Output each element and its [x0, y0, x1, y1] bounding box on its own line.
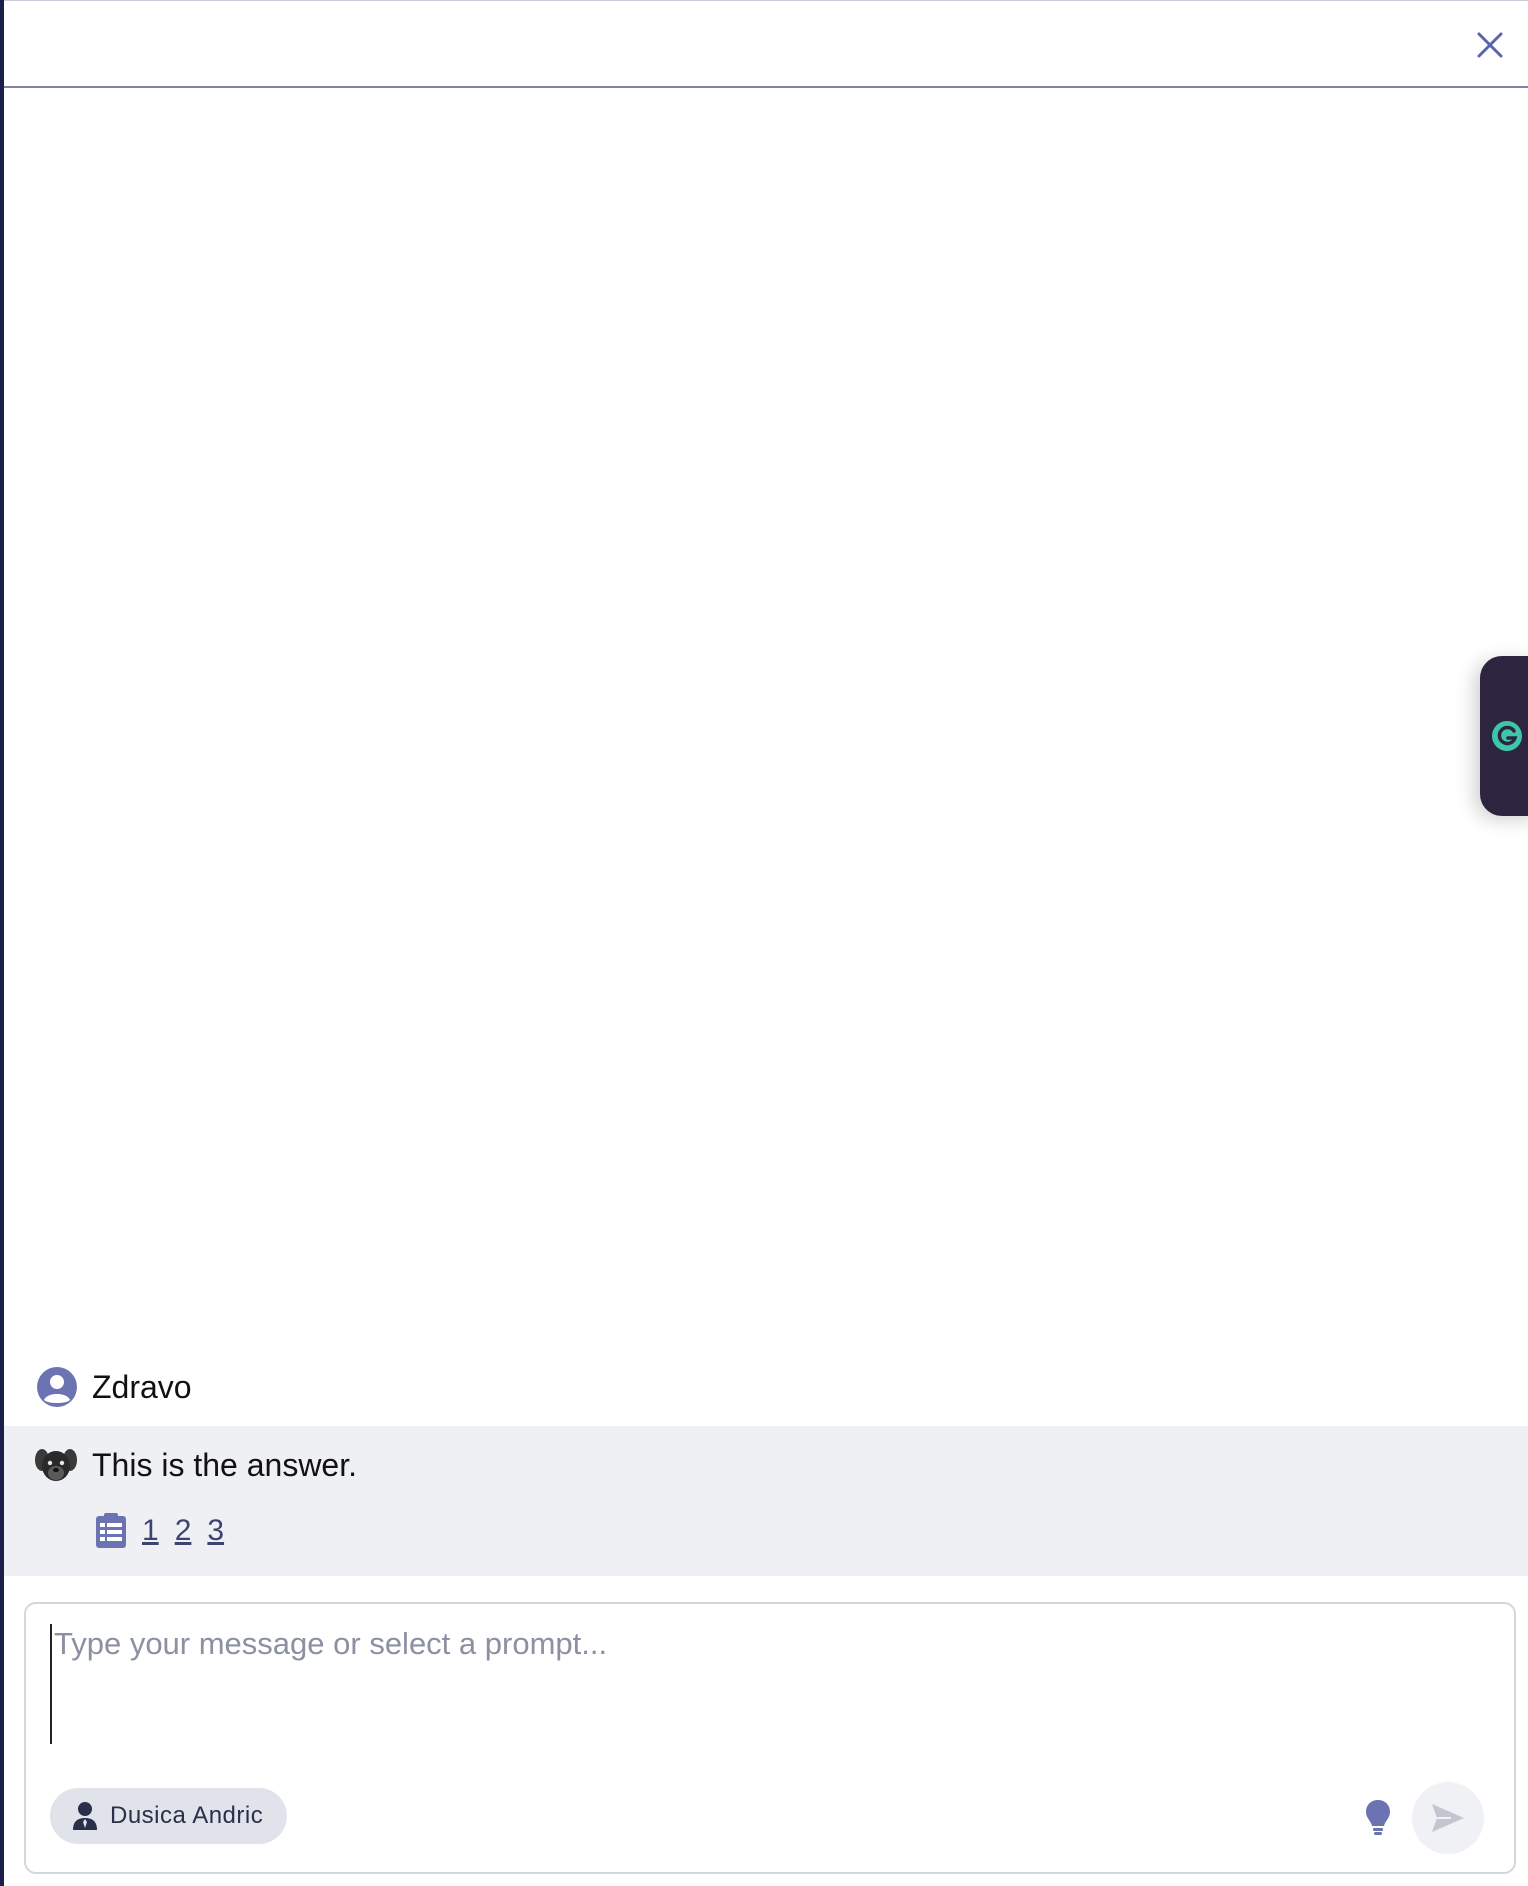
prompt-suggestions-button[interactable]	[1358, 1794, 1398, 1842]
user-message-text: Zdravo	[92, 1369, 192, 1405]
persona-chip[interactable]: Dusica Andric	[50, 1788, 288, 1844]
message-composer: Dusica Andric	[24, 1602, 1516, 1874]
assistant-message: This is the answer. 1 2 3	[4, 1426, 1528, 1576]
source-link-3[interactable]: 3	[205, 1514, 226, 1548]
persona-label: Dusica Andric	[110, 1802, 264, 1829]
grammarly-widget[interactable]	[1480, 656, 1528, 816]
source-links: 1 2 3	[94, 1512, 226, 1550]
message-input[interactable]	[50, 1624, 1490, 1744]
message-list[interactable]: Zdravo This is the answer. 1 2 3	[4, 90, 1528, 1576]
document-list-icon	[96, 1513, 126, 1548]
send-icon	[1432, 1804, 1464, 1832]
close-icon	[1477, 32, 1503, 58]
close-button[interactable]	[1470, 25, 1510, 65]
user-circle-icon	[37, 1367, 77, 1407]
assistant-message-text: This is the answer.	[92, 1447, 357, 1483]
grammarly-icon	[1492, 721, 1522, 751]
user-tie-icon	[73, 1802, 97, 1830]
user-message: Zdravo	[4, 1346, 1528, 1434]
panel-header	[4, 0, 1528, 88]
lightbulb-icon	[1366, 1800, 1390, 1835]
source-link-1[interactable]: 1	[140, 1514, 161, 1548]
source-link-2[interactable]: 2	[173, 1514, 194, 1548]
send-button[interactable]	[1412, 1782, 1484, 1854]
dog-avatar-icon	[35, 1449, 77, 1481]
chat-panel: Zdravo This is the answer. 1 2 3 Type yo…	[0, 0, 1528, 1886]
